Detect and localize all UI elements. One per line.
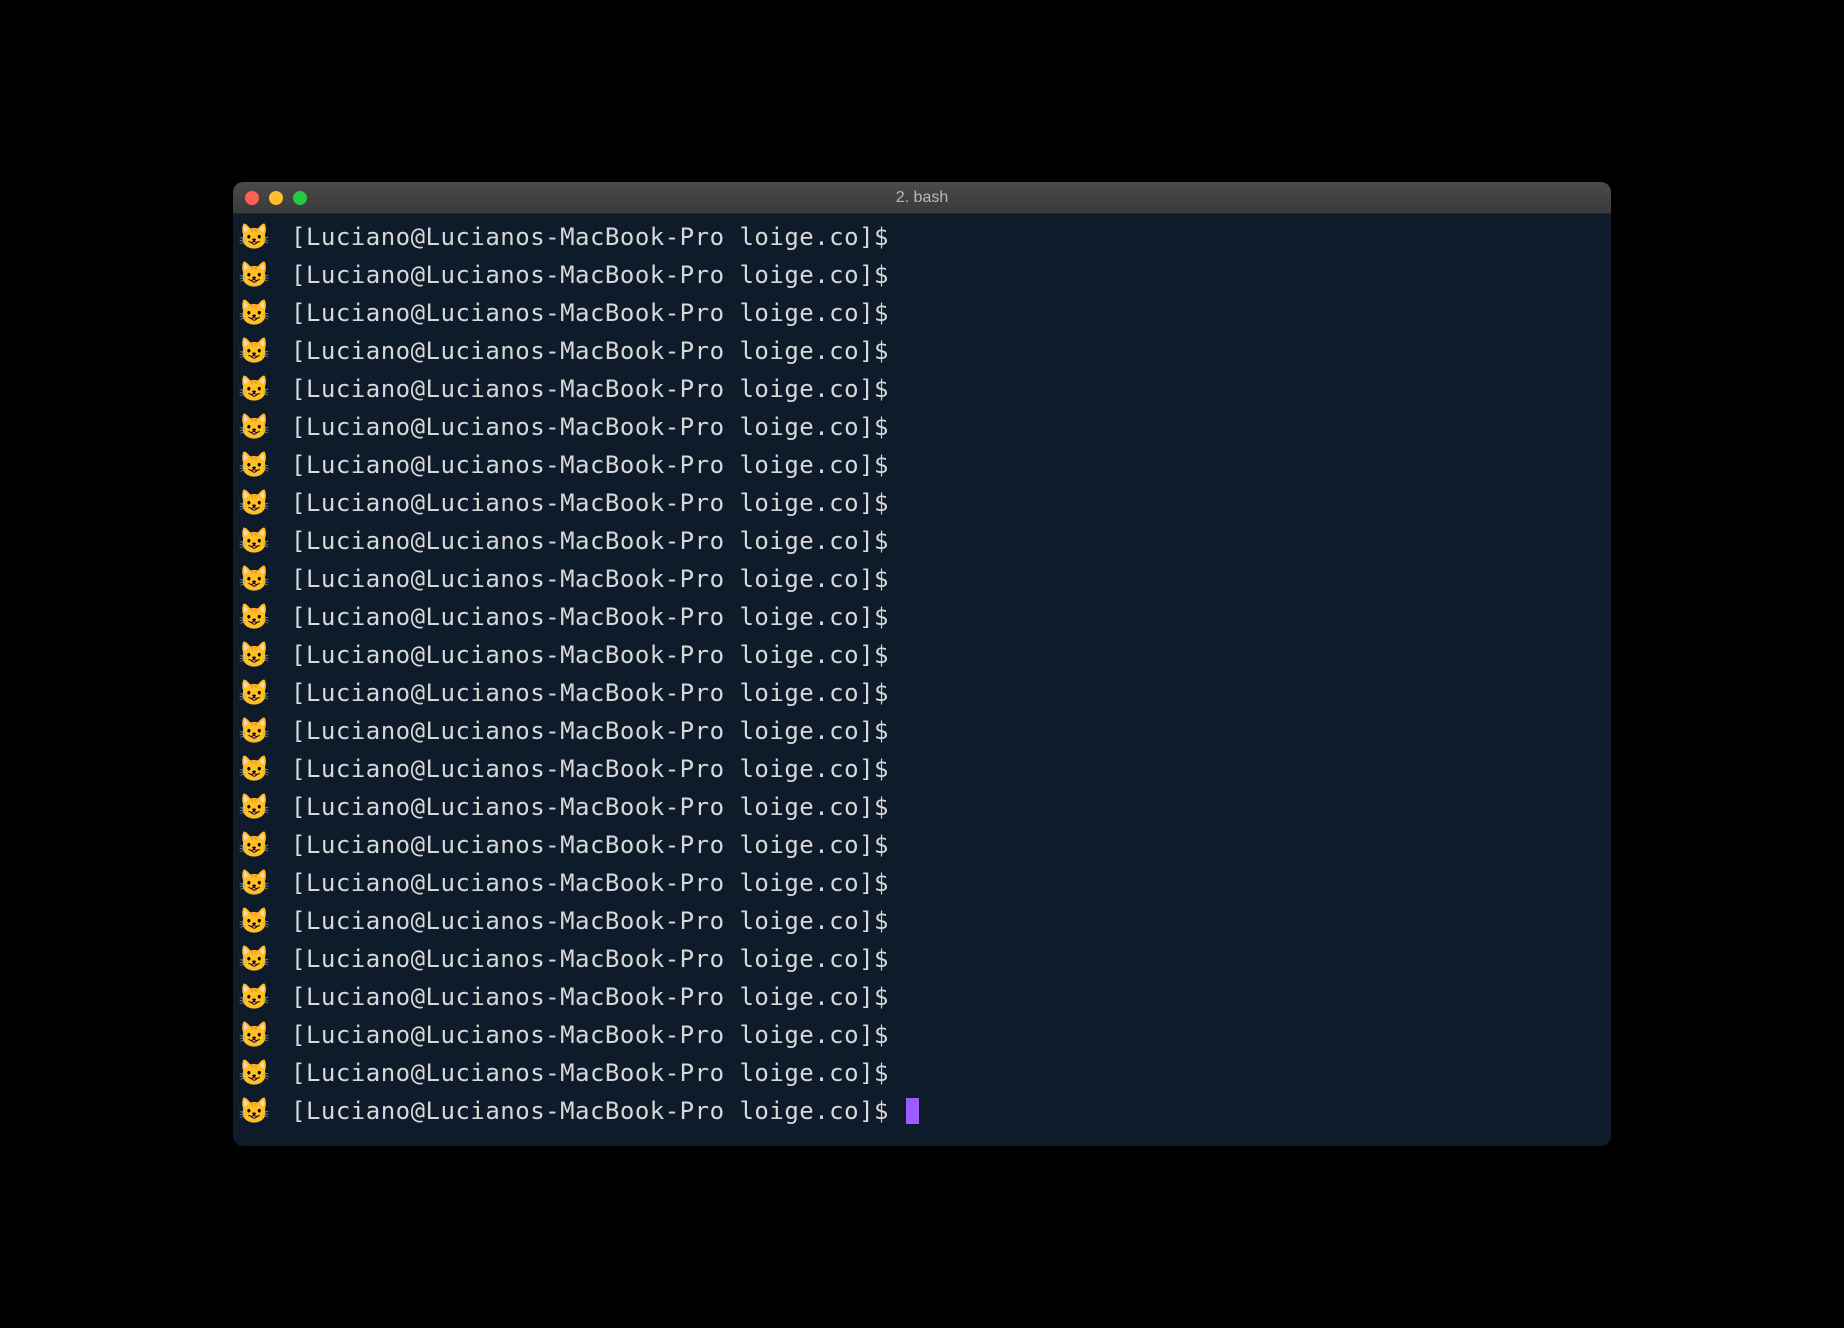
terminal-line: 😺 [Luciano@Lucianos-MacBook-Pro loige.co]… <box>239 750 1605 788</box>
terminal-line: 😺 [Luciano@Lucianos-MacBook-Pro loige.co]… <box>239 598 1605 636</box>
cat-emoji-icon: 😺 <box>239 944 269 974</box>
shell-prompt: [Luciano@Lucianos-MacBook-Pro loige.co]$ <box>291 451 904 479</box>
terminal-line: 😺 [Luciano@Lucianos-MacBook-Pro loige.co]… <box>239 218 1605 256</box>
shell-prompt: [Luciano@Lucianos-MacBook-Pro loige.co]$ <box>291 375 904 403</box>
terminal-body[interactable]: 😺 [Luciano@Lucianos-MacBook-Pro loige.co]… <box>233 214 1611 1146</box>
terminal-line: 😺 [Luciano@Lucianos-MacBook-Pro loige.co]… <box>239 902 1605 940</box>
cat-emoji-icon: 😺 <box>239 1020 269 1050</box>
shell-prompt: [Luciano@Lucianos-MacBook-Pro loige.co]$ <box>291 299 904 327</box>
window-title: 2. bash <box>896 189 948 207</box>
cat-emoji-icon: 😺 <box>239 982 269 1012</box>
terminal-line: 😺 [Luciano@Lucianos-MacBook-Pro loige.co]… <box>239 484 1605 522</box>
cat-emoji-icon: 😺 <box>239 602 269 632</box>
cat-emoji-icon: 😺 <box>239 678 269 708</box>
cat-emoji-icon: 😺 <box>239 298 269 328</box>
terminal-line: 😺 [Luciano@Lucianos-MacBook-Pro loige.co]… <box>239 294 1605 332</box>
cat-emoji-icon: 😺 <box>239 792 269 822</box>
cat-emoji-icon: 😺 <box>239 222 269 252</box>
cat-emoji-icon: 😺 <box>239 830 269 860</box>
terminal-line: 😺 [Luciano@Lucianos-MacBook-Pro loige.co]… <box>239 446 1605 484</box>
terminal-line: 😺 [Luciano@Lucianos-MacBook-Pro loige.co]… <box>239 674 1605 712</box>
cat-emoji-icon: 😺 <box>239 1096 269 1126</box>
cat-emoji-icon: 😺 <box>239 564 269 594</box>
terminal-line: 😺 [Luciano@Lucianos-MacBook-Pro loige.co]… <box>239 408 1605 446</box>
shell-prompt: [Luciano@Lucianos-MacBook-Pro loige.co]$ <box>291 983 904 1011</box>
terminal-line: 😺 [Luciano@Lucianos-MacBook-Pro loige.co]… <box>239 1092 1605 1130</box>
shell-prompt: [Luciano@Lucianos-MacBook-Pro loige.co]$ <box>291 413 904 441</box>
cat-emoji-icon: 😺 <box>239 336 269 366</box>
cat-emoji-icon: 😺 <box>239 754 269 784</box>
terminal-line: 😺 [Luciano@Lucianos-MacBook-Pro loige.co]… <box>239 864 1605 902</box>
shell-prompt: [Luciano@Lucianos-MacBook-Pro loige.co]$ <box>291 755 904 783</box>
shell-prompt: [Luciano@Lucianos-MacBook-Pro loige.co]$ <box>291 565 904 593</box>
shell-prompt: [Luciano@Lucianos-MacBook-Pro loige.co]$ <box>291 489 904 517</box>
shell-prompt: [Luciano@Lucianos-MacBook-Pro loige.co]$ <box>291 907 904 935</box>
terminal-line: 😺 [Luciano@Lucianos-MacBook-Pro loige.co]… <box>239 370 1605 408</box>
traffic-lights <box>245 191 307 205</box>
shell-prompt: [Luciano@Lucianos-MacBook-Pro loige.co]$ <box>291 793 904 821</box>
terminal-line: 😺 [Luciano@Lucianos-MacBook-Pro loige.co]… <box>239 826 1605 864</box>
shell-prompt: [Luciano@Lucianos-MacBook-Pro loige.co]$ <box>291 527 904 555</box>
cat-emoji-icon: 😺 <box>239 260 269 290</box>
shell-prompt: [Luciano@Lucianos-MacBook-Pro loige.co]$ <box>291 717 904 745</box>
shell-prompt: [Luciano@Lucianos-MacBook-Pro loige.co]$ <box>291 261 904 289</box>
terminal-window: 2. bash 😺 [Luciano@Lucianos-MacBook-Pro l… <box>233 182 1611 1146</box>
terminal-line: 😺 [Luciano@Lucianos-MacBook-Pro loige.co]… <box>239 1016 1605 1054</box>
shell-prompt: [Luciano@Lucianos-MacBook-Pro loige.co]$ <box>291 831 904 859</box>
terminal-line: 😺 [Luciano@Lucianos-MacBook-Pro loige.co]… <box>239 560 1605 598</box>
shell-prompt: [Luciano@Lucianos-MacBook-Pro loige.co]$ <box>291 679 904 707</box>
close-button[interactable] <box>245 191 259 205</box>
cat-emoji-icon: 😺 <box>239 450 269 480</box>
terminal-line: 😺 [Luciano@Lucianos-MacBook-Pro loige.co]… <box>239 1054 1605 1092</box>
shell-prompt: [Luciano@Lucianos-MacBook-Pro loige.co]$ <box>291 223 904 251</box>
terminal-line: 😺 [Luciano@Lucianos-MacBook-Pro loige.co]… <box>239 522 1605 560</box>
terminal-line: 😺 [Luciano@Lucianos-MacBook-Pro loige.co]… <box>239 712 1605 750</box>
terminal-line: 😺 [Luciano@Lucianos-MacBook-Pro loige.co]… <box>239 636 1605 674</box>
cat-emoji-icon: 😺 <box>239 716 269 746</box>
terminal-line: 😺 [Luciano@Lucianos-MacBook-Pro loige.co]… <box>239 940 1605 978</box>
terminal-line: 😺 [Luciano@Lucianos-MacBook-Pro loige.co]… <box>239 256 1605 294</box>
cat-emoji-icon: 😺 <box>239 412 269 442</box>
terminal-line: 😺 [Luciano@Lucianos-MacBook-Pro loige.co]… <box>239 788 1605 826</box>
cat-emoji-icon: 😺 <box>239 1058 269 1088</box>
shell-prompt: [Luciano@Lucianos-MacBook-Pro loige.co]$ <box>291 603 904 631</box>
cat-emoji-icon: 😺 <box>239 374 269 404</box>
terminal-line: 😺 [Luciano@Lucianos-MacBook-Pro loige.co]… <box>239 332 1605 370</box>
maximize-button[interactable] <box>293 191 307 205</box>
cat-emoji-icon: 😺 <box>239 640 269 670</box>
cat-emoji-icon: 😺 <box>239 488 269 518</box>
shell-prompt: [Luciano@Lucianos-MacBook-Pro loige.co]$ <box>291 337 904 365</box>
titlebar[interactable]: 2. bash <box>233 182 1611 214</box>
shell-prompt: [Luciano@Lucianos-MacBook-Pro loige.co]$ <box>291 1097 904 1125</box>
minimize-button[interactable] <box>269 191 283 205</box>
shell-prompt: [Luciano@Lucianos-MacBook-Pro loige.co]$ <box>291 1021 904 1049</box>
terminal-line: 😺 [Luciano@Lucianos-MacBook-Pro loige.co]… <box>239 978 1605 1016</box>
shell-prompt: [Luciano@Lucianos-MacBook-Pro loige.co]$ <box>291 1059 904 1087</box>
cat-emoji-icon: 😺 <box>239 526 269 556</box>
cat-emoji-icon: 😺 <box>239 868 269 898</box>
shell-prompt: [Luciano@Lucianos-MacBook-Pro loige.co]$ <box>291 945 904 973</box>
shell-prompt: [Luciano@Lucianos-MacBook-Pro loige.co]$ <box>291 641 904 669</box>
cat-emoji-icon: 😺 <box>239 906 269 936</box>
shell-prompt: [Luciano@Lucianos-MacBook-Pro loige.co]$ <box>291 869 904 897</box>
cursor <box>906 1098 919 1124</box>
